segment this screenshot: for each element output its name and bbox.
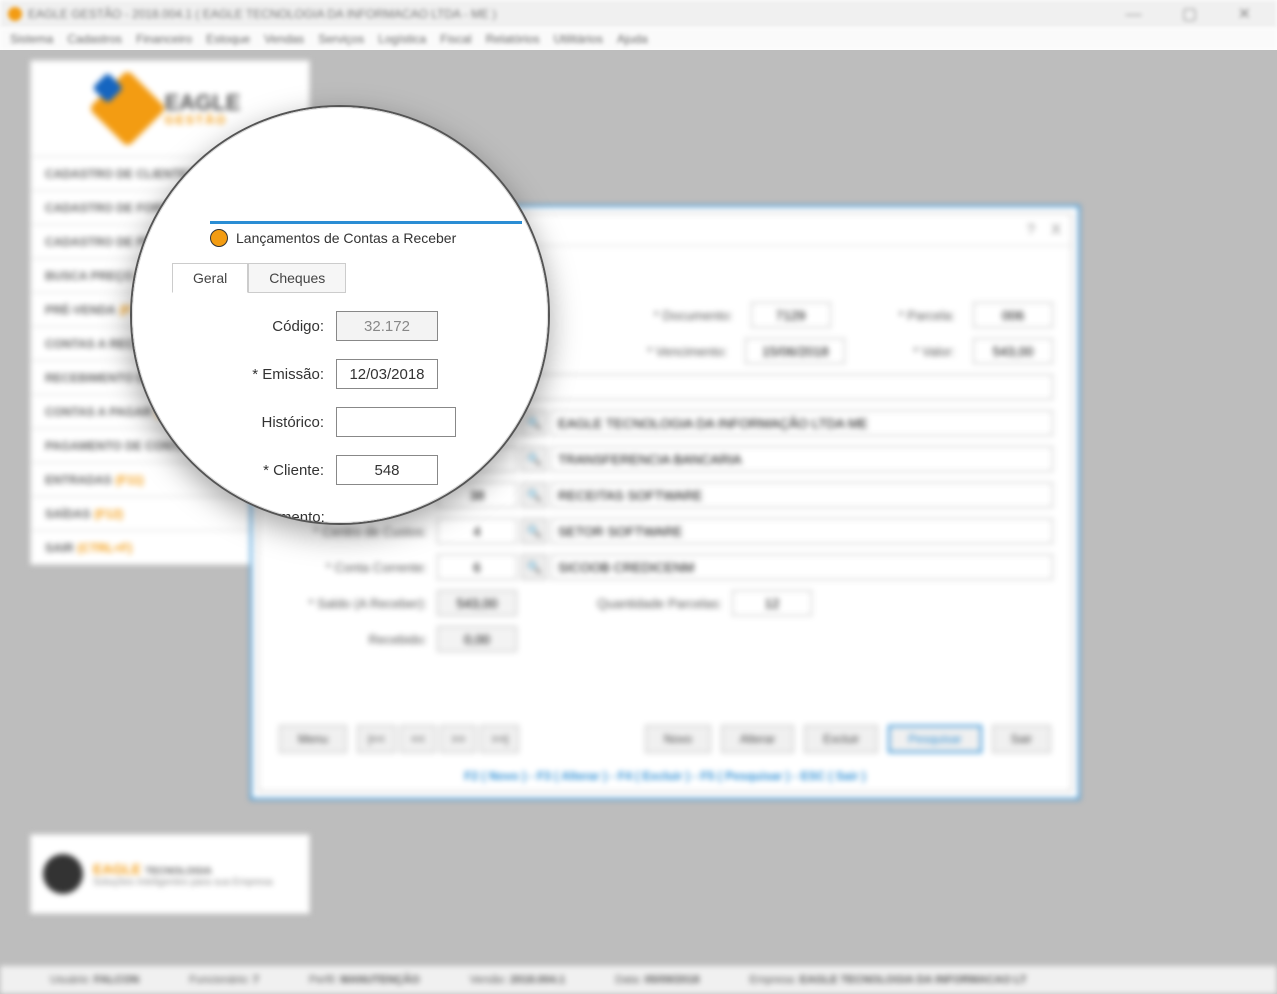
input-vencimento[interactable] [745,338,845,364]
menu-item[interactable]: Vendas [264,32,304,46]
menu-item[interactable]: Logística [378,32,426,46]
label-codigo: Código: [158,318,336,335]
statusbar: Usuário: FALCON Funcionário: 7 Perfil: M… [0,966,1277,994]
nav-first-button[interactable]: |<< [357,725,396,753]
menu-item[interactable]: Estoque [206,32,250,46]
app-titlebar: EAGLE GESTÃO - 2018.004.1 ( EAGLE TECNOL… [0,0,1277,28]
input-codigo[interactable] [336,311,438,341]
input-centro-desc[interactable] [551,518,1053,544]
nav-next-button[interactable]: >> [440,725,476,753]
input-forma-desc[interactable] [551,446,1053,472]
input-cliente-desc[interactable] [551,410,1053,436]
menu-item[interactable]: Cadastros [67,32,122,46]
workspace: EAGLEGESTÃO CADASTRO DE CLIENTES(F3) CAD… [0,50,1277,994]
close-button[interactable]: X [1051,221,1061,238]
footer-tagline: Soluções Inteligentes para sua Empresa [93,877,273,888]
label-saldo: * Saldo (A Receber): [277,596,437,611]
label-documento: * Documento: [654,308,743,323]
footer-logo: EAGLE TECNOLOGIA Soluções Inteligentes p… [30,834,310,914]
input-documento[interactable] [751,302,831,328]
window-controls[interactable]: — ▢ ✕ [1126,4,1269,24]
shortcut-hints: F2 ( Novo ) - F3 ( Alterar ) - F4 ( Excl… [259,769,1071,783]
label-historico: Histórico: [158,414,336,431]
label-emissao: * Emissão: [158,366,336,383]
help-button[interactable]: ? [1027,221,1035,238]
input-recebido [437,626,517,652]
nav-buttons: |<< << >> >>| [357,725,519,753]
menu-item[interactable]: Utilitários [554,32,603,46]
menu-item[interactable]: Serviços [318,32,364,46]
dialog-title-text: Lançamentos de Contas a Receber [236,230,456,246]
app-icon [8,7,22,21]
excluir-button[interactable]: Excluir [804,725,878,753]
input-conta-desc[interactable] [551,554,1053,580]
label-vencimento: * Vencimento: [647,344,737,359]
dialog-button-row: Menu |<< << >> >>| Novo Alterar Excluir … [279,725,1051,753]
magnifier-lens: Lançamentos de Contas a Receber Geral Ch… [130,105,550,525]
input-valor[interactable] [973,338,1053,364]
label-valor: * Valor: [913,344,965,359]
alterar-button[interactable]: Alterar [721,725,794,753]
footer-logo-icon [43,854,83,894]
label-centro: * Centro de Custos: [277,524,437,539]
lookup-icon[interactable]: 🔍 [521,554,547,580]
menu-item[interactable]: Financeiro [136,32,192,46]
pesquisar-button[interactable]: Pesquisar [888,725,981,753]
label-qtd-parcelas: Quantidade Parcelas: [597,596,732,611]
sair-button[interactable]: Sair [992,725,1051,753]
menu-button[interactable]: Menu [279,725,347,753]
menubar[interactable]: Sistema Cadastros Financeiro Estoque Ven… [0,28,1277,50]
input-parcela[interactable] [973,302,1053,328]
dialog-icon [210,229,228,247]
novo-button[interactable]: Novo [645,725,711,753]
menu-item[interactable]: Fiscal [440,32,471,46]
tab-cheques[interactable]: Cheques [248,263,346,293]
nav-last-button[interactable]: >>| [480,725,519,753]
label-parcela: * Parcela: [899,308,965,323]
input-conta-id[interactable] [437,554,517,580]
zoom-dialog-title: Lançamentos de Contas a Receber [210,221,522,251]
app-title: EAGLE GESTÃO - 2018.004.1 ( EAGLE TECNOL… [28,7,496,21]
menu-item[interactable]: Ajuda [617,32,648,46]
tab-geral[interactable]: Geral [172,263,248,293]
label-cliente: * Cliente: [158,462,336,479]
input-historico[interactable] [336,407,456,437]
label-forma-pagamento-fragment: ma de Pagamento: [158,509,337,525]
input-cliente-id[interactable] [336,455,438,485]
menu-item[interactable]: Sistema [10,32,53,46]
input-qtd-parcelas[interactable] [732,590,812,616]
input-emissao[interactable] [336,359,438,389]
input-saldo [437,590,517,616]
menu-item[interactable]: Relatórios [486,32,540,46]
label-recebido: Recebido: [277,632,437,647]
label-conta-corrente: * Conta Corrente: [277,560,437,575]
nav-prev-button[interactable]: << [400,725,436,753]
input-plano-desc[interactable] [551,482,1053,508]
